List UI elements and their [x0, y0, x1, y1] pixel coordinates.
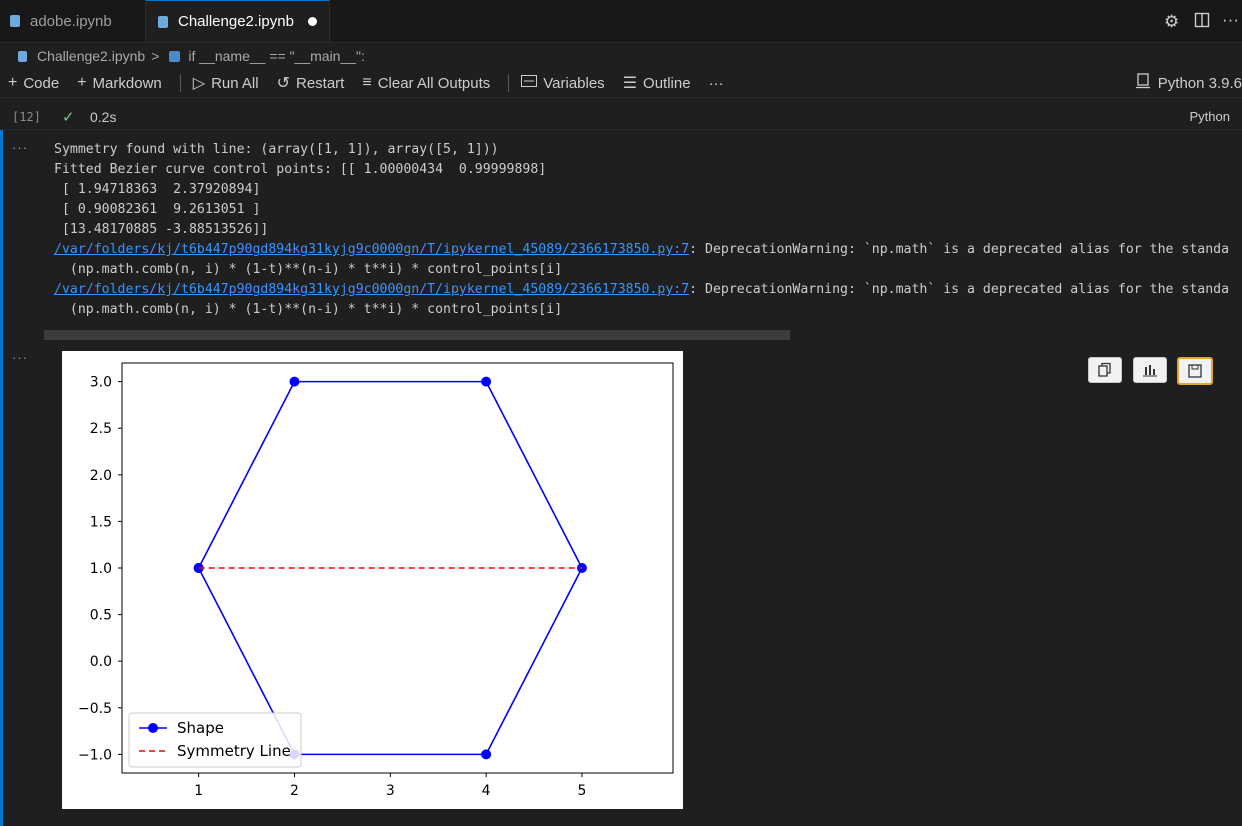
toolbar-more-button[interactable]: ···: [709, 75, 724, 92]
outline-icon: ☰: [622, 75, 638, 92]
execution-duration: 0.2s: [90, 109, 117, 125]
output-line-text: [ 0.90082361 9.2613051 ]: [54, 202, 261, 217]
toolbar-separator: [179, 74, 181, 92]
restart-button[interactable]: ↺ Restart: [277, 73, 345, 93]
y-tick-label: 0.0: [90, 654, 112, 670]
source-file-link[interactable]: /var/folders/kj/t6b447p90gd894kg31kyjg9c…: [54, 242, 689, 257]
tab-label: Challenge2.ipynb: [178, 13, 294, 30]
tab-label: adobe.ipynb: [30, 12, 112, 30]
output-line-text: (np.math.comb(n, i) * (1-t)**(n-i) * t**…: [54, 262, 563, 277]
source-file-link[interactable]: /var/folders/kj/t6b447p90gd894kg31kyjg9c…: [54, 282, 689, 297]
toolbar-divider: [0, 97, 1242, 98]
x-tick-label: 1: [194, 783, 203, 799]
clear-all-outputs-button[interactable]: ≡ Clear All Outputs: [362, 74, 490, 92]
x-tick-label: 3: [386, 783, 395, 799]
restart-icon: ↺: [276, 75, 290, 92]
line-chart: 1 2 3 4 5 −1.0 −0.5 0.0 0.5 1.0 1.5 2.0 2.5 3.0 Shape S…: [78, 362, 674, 799]
plot-image: 1 2 3 4 5 −1.0 −0.5 0.0 0.5 1.0 1.5 2.0 2.5 3.0 Shape S…: [62, 351, 683, 809]
copy-output-button[interactable]: [1088, 357, 1122, 383]
add-code-button[interactable]: + Code: [8, 74, 59, 92]
clear-all-icon: ≡: [362, 74, 372, 91]
notebook-file-icon: [10, 15, 20, 27]
plus-icon: +: [77, 74, 87, 91]
output-line: (np.math.comb(n, i) * (1-t)**(n-i) * t**…: [54, 300, 1242, 320]
unsaved-dot-icon[interactable]: [307, 17, 317, 26]
legend-label: Shape: [177, 719, 224, 737]
output-line: [ 1.94718363 2.37920894]: [54, 180, 1242, 200]
cell-output-text: Symmetry found with line: (array([1, 1])…: [54, 140, 1242, 320]
output-line-text: : DeprecationWarning: `np.math` is a dep…: [689, 242, 1230, 257]
y-tick-label: 3.0: [90, 375, 112, 391]
output-line-text: : DeprecationWarning: `np.math` is a dep…: [689, 282, 1230, 297]
tab-bar: adobe.ipynb Challenge2.ipynb ⚙ ···: [0, 0, 1242, 43]
notebook-toolbar: + Code + Markdown ▷ Run All ↺ Restart ≡ …: [0, 70, 1242, 96]
tab-adobe-ipynb[interactable]: adobe.ipynb: [0, 0, 146, 42]
output-line-text: Symmetry found with line: (array([1, 1])…: [54, 142, 499, 157]
y-tick-label: 1.5: [90, 514, 112, 530]
y-tick-label: −1.0: [78, 747, 112, 763]
save-output-button[interactable]: [1177, 357, 1213, 385]
x-tick-label: 4: [482, 783, 491, 799]
y-tick-label: 2.5: [90, 421, 112, 437]
execution-count: [12]: [12, 110, 41, 124]
kernel-icon: [1135, 73, 1150, 93]
horizontal-scrollbar[interactable]: [44, 330, 790, 340]
plus-icon: +: [8, 74, 18, 91]
copy-icon: [1098, 362, 1111, 377]
y-tick-label: 2.0: [90, 468, 112, 484]
breadcrumb-file[interactable]: Challenge2.ipynb: [37, 48, 145, 64]
output-line-text: [13.48170885 -3.88513526]]: [54, 222, 269, 237]
notebook-file-icon: [158, 15, 168, 28]
settings-gear-icon[interactable]: ⚙: [1164, 12, 1179, 32]
notebook-file-icon: [18, 50, 27, 62]
legend-label: Symmetry Line: [177, 742, 291, 760]
output-line: /var/folders/kj/t6b447p90gd894kg31kyjg9c…: [54, 240, 1242, 260]
output-line-text: (np.math.comb(n, i) * (1-t)**(n-i) * t**…: [54, 302, 563, 317]
cell-divider: [0, 129, 1242, 130]
shape-series-point: [481, 749, 492, 760]
outline-button[interactable]: ☰ Outline: [623, 73, 691, 93]
success-check-icon: ✓: [62, 109, 75, 126]
x-tick-label: 2: [290, 783, 299, 799]
output-line: [ 0.90082361 9.2613051 ]: [54, 200, 1242, 220]
split-editor-icon[interactable]: [1194, 12, 1210, 33]
run-all-icon: ▷: [192, 75, 206, 92]
x-tick-label: 5: [578, 783, 587, 799]
y-tick-label: 0.5: [90, 608, 112, 624]
save-icon: [1188, 364, 1202, 378]
cell-focus-indicator: [0, 130, 3, 826]
add-markdown-button[interactable]: + Markdown: [77, 74, 162, 92]
breadcrumb: Challenge2.ipynb > if __name__ == "__mai…: [0, 44, 1242, 68]
output-more-button[interactable]: ···: [12, 350, 28, 365]
output-line-text: [ 1.94718363 2.37920894]: [54, 182, 261, 197]
toolbar-separator: [508, 74, 510, 92]
shape-series-point: [481, 376, 492, 387]
output-line-text: Fitted Bezier curve control points: [[ 1…: [54, 162, 547, 177]
open-chart-button[interactable]: [1133, 357, 1167, 383]
output-line: Symmetry found with line: (array([1, 1])…: [54, 140, 1242, 160]
cell-language[interactable]: Python: [1190, 109, 1230, 124]
output-line: /var/folders/kj/t6b447p90gd894kg31kyjg9c…: [54, 280, 1242, 300]
output-more-button[interactable]: ···: [12, 140, 28, 155]
y-tick-label: −0.5: [78, 701, 112, 717]
more-icon[interactable]: ···: [1222, 10, 1239, 30]
legend-shape-marker: [148, 723, 158, 733]
output-line: (np.math.comb(n, i) * (1-t)**(n-i) * t**…: [54, 260, 1242, 280]
breadcrumb-symbol[interactable]: if __name__ == "__main__":: [188, 48, 365, 64]
kernel-picker[interactable]: Python 3.9.6: [1135, 70, 1242, 96]
output-line: Fitted Bezier curve control points: [[ 1…: [54, 160, 1242, 180]
tab-challenge2-ipynb[interactable]: Challenge2.ipynb: [146, 0, 330, 42]
breadcrumb-separator: >: [151, 48, 160, 64]
shape-series-point: [289, 376, 300, 387]
variables-icon: [521, 74, 538, 92]
output-line: [13.48170885 -3.88513526]]: [54, 220, 1242, 240]
chart-icon: [1143, 365, 1157, 377]
variables-button[interactable]: Variables: [521, 74, 605, 92]
python-icon: [169, 50, 181, 62]
run-all-button[interactable]: ▷ Run All: [193, 73, 259, 93]
y-tick-label: 1.0: [90, 561, 112, 577]
